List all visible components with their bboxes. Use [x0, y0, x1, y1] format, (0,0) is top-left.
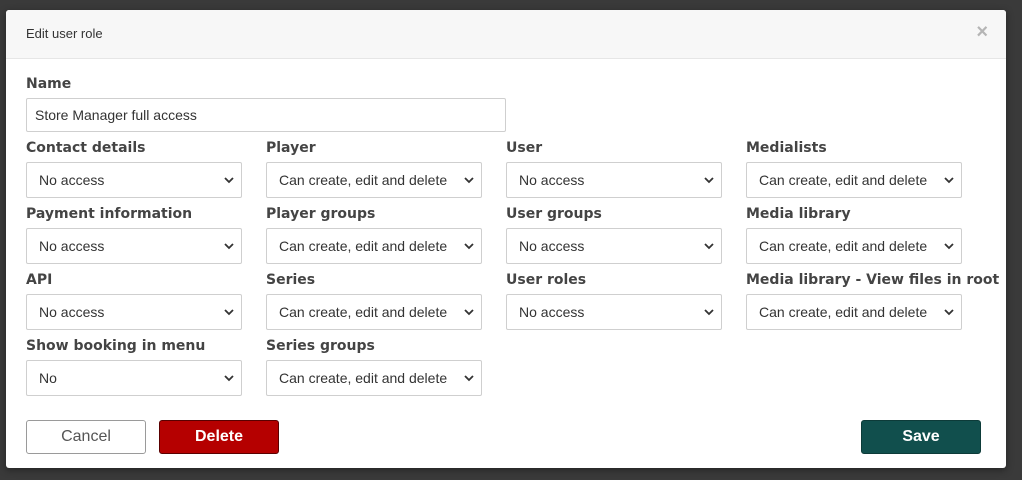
select-value: No access [519, 172, 585, 188]
player-label: Player [266, 140, 316, 156]
chevron-down-icon [704, 243, 714, 250]
chevron-down-icon [464, 177, 474, 184]
select-value: Can create, edit and delete [279, 238, 448, 254]
dialog-title: Edit user role [26, 26, 103, 41]
user-select[interactable]: No access [506, 162, 722, 198]
name-input[interactable] [26, 98, 506, 132]
user-roles-label: User roles [506, 272, 587, 288]
chevron-down-icon [944, 177, 954, 184]
media-library-view-files-in-root-label: Media library - View files in root [746, 272, 1000, 288]
user-groups-label: User groups [506, 206, 602, 222]
media-library-label: Media library [746, 206, 851, 222]
select-value: Can create, edit and delete [759, 304, 928, 320]
player-select[interactable]: Can create, edit and delete [266, 162, 482, 198]
select-value: No [39, 370, 57, 386]
chevron-down-icon [944, 243, 954, 250]
chevron-down-icon [464, 243, 474, 250]
user-roles-select[interactable]: No access [506, 294, 722, 330]
name-label: Name [26, 76, 72, 92]
payment-information-label: Payment information [26, 206, 193, 222]
api-label: API [26, 272, 53, 288]
player-groups-select[interactable]: Can create, edit and delete [266, 228, 482, 264]
cancel-button[interactable]: Cancel [26, 420, 146, 454]
media-library-select[interactable]: Can create, edit and delete [746, 228, 962, 264]
show-booking-in-menu-select[interactable]: No [26, 360, 242, 396]
select-value: Can create, edit and delete [279, 304, 448, 320]
chevron-down-icon [704, 309, 714, 316]
select-value: No access [39, 238, 105, 254]
close-icon[interactable]: × [976, 22, 988, 42]
series-groups-select[interactable]: Can create, edit and delete [266, 360, 482, 396]
chevron-down-icon [224, 375, 234, 382]
medialists-label: Medialists [746, 140, 827, 156]
chevron-down-icon [224, 309, 234, 316]
chevron-down-icon [224, 243, 234, 250]
delete-button[interactable]: Delete [159, 420, 279, 454]
api-select[interactable]: No access [26, 294, 242, 330]
player-groups-label: Player groups [266, 206, 376, 222]
select-value: Can create, edit and delete [759, 238, 928, 254]
select-value: No access [519, 304, 585, 320]
user-groups-select[interactable]: No access [506, 228, 722, 264]
save-button[interactable]: Save [861, 420, 981, 454]
payment-information-select[interactable]: No access [26, 228, 242, 264]
series-label: Series [266, 272, 316, 288]
select-value: No access [39, 304, 105, 320]
series-select[interactable]: Can create, edit and delete [266, 294, 482, 330]
chevron-down-icon [224, 177, 234, 184]
show-booking-in-menu-label: Show booking in menu [26, 338, 206, 354]
chevron-down-icon [464, 375, 474, 382]
contact-details-label: Contact details [26, 140, 146, 156]
contact-details-select[interactable]: No access [26, 162, 242, 198]
dialog-header: Edit user role × [6, 10, 1006, 59]
select-value: Can create, edit and delete [279, 172, 448, 188]
select-value: Can create, edit and delete [759, 172, 928, 188]
edit-user-role-dialog: Edit user role × Name Contact details No … [6, 10, 1006, 468]
media-library-view-files-in-root-select[interactable]: Can create, edit and delete [746, 294, 962, 330]
series-groups-label: Series groups [266, 338, 375, 354]
select-value: No access [39, 172, 105, 188]
select-value: Can create, edit and delete [279, 370, 448, 386]
select-value: No access [519, 238, 585, 254]
chevron-down-icon [704, 177, 714, 184]
chevron-down-icon [464, 309, 474, 316]
chevron-down-icon [944, 309, 954, 316]
medialists-select[interactable]: Can create, edit and delete [746, 162, 962, 198]
user-label: User [506, 140, 543, 156]
